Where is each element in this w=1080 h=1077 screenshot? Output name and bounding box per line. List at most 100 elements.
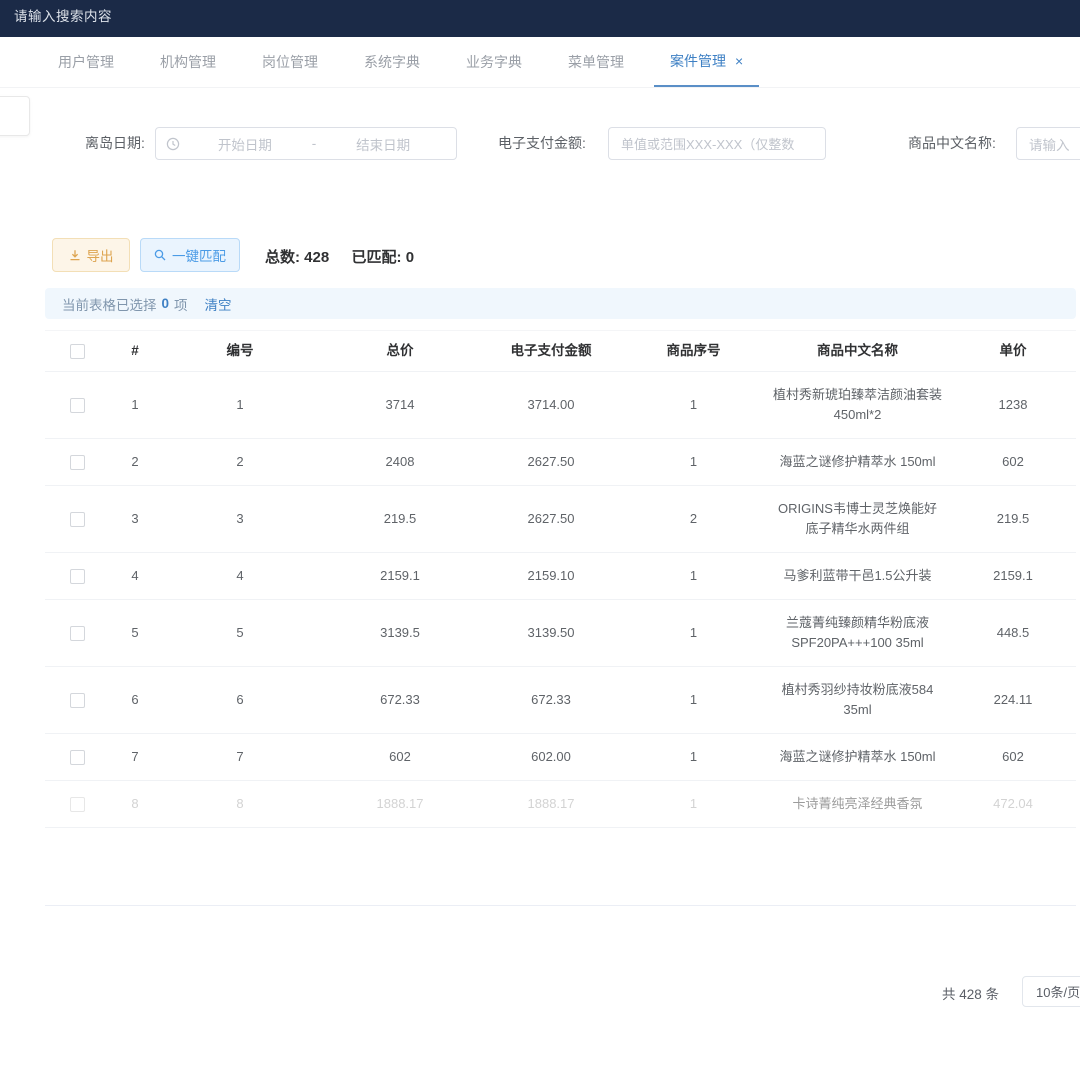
select-all-checkbox[interactable] [70,344,85,359]
export-button[interactable]: 导出 [52,238,130,272]
row-index-cell: 1 [110,372,160,439]
row-select-cell [45,486,110,553]
selection-bar: 当前表格已选择 0 项 清空 [45,288,1076,319]
row-select-cell [45,439,110,486]
row-select-cell [45,667,110,734]
table-row: 77602602.001海蓝之谜修护精萃水 150ml602 [45,734,1076,781]
row-index-cell: 4 [110,553,160,600]
row-checkbox[interactable] [70,693,85,708]
tab-系统字典[interactable]: 系统字典 [348,37,436,87]
matched-label: 已匹配: [352,249,402,266]
table-row: 553139.53139.501兰蔻菁纯臻颜精华粉底液SPF20PA+++100… [45,600,1076,667]
clear-selection-link[interactable]: 清空 [205,294,232,314]
tab-close-icon[interactable]: × [735,54,743,68]
column-header-总价: 总价 [320,331,480,372]
tab-label: 用户管理 [58,52,114,72]
row-index-cell: 2 [110,439,160,486]
table-header-row: #编号总价电子支付金额商品序号商品中文名称单价 [45,331,1076,372]
tab-岗位管理[interactable]: 岗位管理 [246,37,334,87]
tab-机构管理[interactable]: 机构管理 [144,37,232,87]
table-row: 881888.171888.171卡诗菁纯亮泽经典香氛472.04 [45,781,1076,828]
product-name-label: 商品中文名称: [908,127,996,160]
product-seq-cell: 1 [622,734,765,781]
unit-price-cell: 1238 [950,372,1076,439]
total-value: 428 [304,249,329,266]
page-size-value: 10条/页 [1036,982,1080,1001]
export-button-label: 导出 [87,245,114,265]
epay-amount-placeholder: 单值或范围XXX-XXX（仅整数 [621,134,794,153]
table-row: 1137143714.001植村秀新琥珀臻萃洁颜油套装 450ml*21238 [45,372,1076,439]
tab-案件管理[interactable]: 案件管理 × [654,37,759,87]
epay-amount-cell: 3714.00 [480,372,622,439]
row-checkbox[interactable] [70,455,85,470]
match-button-label: 一键匹配 [172,245,226,265]
code-cell: 4 [160,553,320,600]
search-icon [154,249,166,261]
epay-amount-cell: 602.00 [480,734,622,781]
page-size-select[interactable]: 10条/页 [1022,976,1080,1007]
start-date-placeholder: 开始日期 [182,134,308,154]
unit-price-cell: 2159.1 [950,553,1076,600]
global-search-input[interactable]: 请输入搜索内容 [14,5,112,25]
depart-date-range-input[interactable]: 开始日期 - 结束日期 [155,127,457,160]
row-select-cell [45,781,110,828]
clock-icon [166,137,180,151]
total-price-cell: 219.5 [320,486,480,553]
download-icon [69,249,81,261]
code-cell: 7 [160,734,320,781]
row-index-cell: 3 [110,486,160,553]
tab-label: 菜单管理 [568,52,624,72]
row-checkbox[interactable] [70,569,85,584]
product-seq-cell: 1 [622,781,765,828]
row-checkbox[interactable] [70,512,85,527]
column-header-#: # [110,331,160,372]
selection-suffix: 项 [174,294,188,314]
one-click-match-button[interactable]: 一键匹配 [140,238,240,272]
total-price-cell: 3139.5 [320,600,480,667]
product-name-cell: 植村秀羽纱持妆粉底液584 35ml [765,667,950,734]
epay-amount-cell: 1888.17 [480,781,622,828]
product-name-input[interactable]: 请输入 [1016,127,1080,160]
collapsed-panel-corner[interactable] [0,96,30,136]
data-table-container: #编号总价电子支付金额商品序号商品中文名称单价 1137143714.001植村… [45,330,1076,906]
total-price-cell: 3714 [320,372,480,439]
product-name-cell: 卡诗菁纯亮泽经典香氛 [765,781,950,828]
tab-菜单管理[interactable]: 菜单管理 [552,37,640,87]
unit-price-cell: 448.5 [950,600,1076,667]
row-select-cell [45,372,110,439]
row-checkbox[interactable] [70,797,85,812]
row-select-cell [45,734,110,781]
epay-amount-cell: 672.33 [480,667,622,734]
tab-label: 案件管理 [670,51,726,71]
product-name-cell: 马爹利蓝带干邑1.5公升装 [765,553,950,600]
epay-amount-cell: 3139.50 [480,600,622,667]
product-name-placeholder: 请输入 [1029,134,1070,154]
product-name-cell: 海蓝之谜修护精萃水 150ml [765,439,950,486]
total-price-cell: 2159.1 [320,553,480,600]
matched-value: 0 [406,249,414,266]
epay-amount-input[interactable]: 单值或范围XXX-XXX（仅整数 [608,127,826,160]
unit-price-cell: 472.04 [950,781,1076,828]
epay-amount-label: 电子支付金额: [498,127,586,160]
select-all-header-cell [45,331,110,372]
product-seq-cell: 1 [622,372,765,439]
tab-label: 系统字典 [364,52,420,72]
row-checkbox[interactable] [70,398,85,413]
total-price-cell: 1888.17 [320,781,480,828]
row-index-cell: 8 [110,781,160,828]
tab-业务字典[interactable]: 业务字典 [450,37,538,87]
row-checkbox[interactable] [70,626,85,641]
tab-bar: 用户管理 机构管理岗位管理 系统字典 业务字典 菜单管理 案件管理 × [0,37,1080,88]
tab-用户管理[interactable]: 用户管理 [42,37,130,87]
code-cell: 8 [160,781,320,828]
unit-price-cell: 224.11 [950,667,1076,734]
row-index-cell: 6 [110,667,160,734]
row-checkbox[interactable] [70,750,85,765]
pagination-total: 共 428 条 [942,983,999,1003]
column-header-电子支付金额: 电子支付金额 [480,331,622,372]
selection-prefix: 当前表格已选择 [62,294,157,314]
column-header-商品序号: 商品序号 [622,331,765,372]
product-seq-cell: 1 [622,553,765,600]
unit-price-cell: 602 [950,439,1076,486]
total-price-cell: 2408 [320,439,480,486]
